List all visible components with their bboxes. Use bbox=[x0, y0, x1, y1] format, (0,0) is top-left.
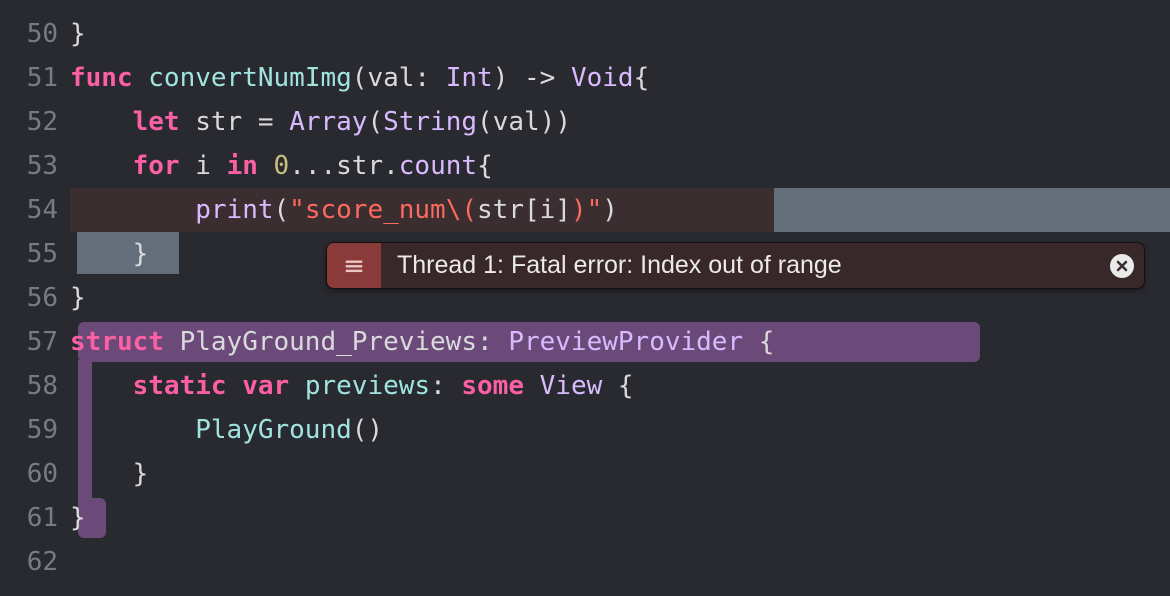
gutter-line: 56 bbox=[0, 276, 58, 320]
menu-lines-icon bbox=[343, 255, 365, 277]
gutter-line: 61 bbox=[0, 496, 58, 540]
code-line-error: print("score_num\(str[i])") bbox=[70, 188, 1170, 232]
code-line: struct PlayGround_Previews: PreviewProvi… bbox=[70, 320, 1170, 364]
code-line bbox=[70, 540, 1170, 584]
gutter: 50 51 52 53 54 55 56 57 58 59 60 61 62 bbox=[0, 0, 70, 596]
error-icon-stripe bbox=[327, 243, 381, 288]
gutter-line: 62 bbox=[0, 540, 58, 584]
runtime-error-banner[interactable]: Thread 1: Fatal error: Index out of rang… bbox=[326, 242, 1145, 289]
code-line: } bbox=[70, 452, 1170, 496]
code-line: PlayGround() bbox=[70, 408, 1170, 452]
gutter-line: 54 bbox=[0, 188, 58, 232]
code-line: let str = Array(String(val)) bbox=[70, 100, 1170, 144]
gutter-line: 53 bbox=[0, 144, 58, 188]
gutter-line: 57 bbox=[0, 320, 58, 364]
code-line: func convertNumImg(val: Int) -> Void{ bbox=[70, 56, 1170, 100]
gutter-line: 59 bbox=[0, 408, 58, 452]
code-editor: 50 51 52 53 54 55 56 57 58 59 60 61 62 }… bbox=[0, 0, 1170, 596]
code-area[interactable]: } func convertNumImg(val: Int) -> Void{ … bbox=[70, 0, 1170, 596]
error-message: Thread 1: Fatal error: Index out of rang… bbox=[381, 243, 1100, 288]
error-close-button[interactable] bbox=[1100, 243, 1144, 288]
gutter-line: 60 bbox=[0, 452, 58, 496]
close-icon bbox=[1110, 254, 1134, 278]
code-line: } bbox=[70, 496, 1170, 540]
code-line: } bbox=[70, 12, 1170, 56]
gutter-line: 51 bbox=[0, 56, 58, 100]
gutter-line: 58 bbox=[0, 364, 58, 408]
code-line: for i in 0...str.count{ bbox=[70, 144, 1170, 188]
code-line: static var previews: some View { bbox=[70, 364, 1170, 408]
gutter-line: 55 bbox=[0, 232, 58, 276]
gutter-line: 50 bbox=[0, 12, 58, 56]
gutter-line: 52 bbox=[0, 100, 58, 144]
